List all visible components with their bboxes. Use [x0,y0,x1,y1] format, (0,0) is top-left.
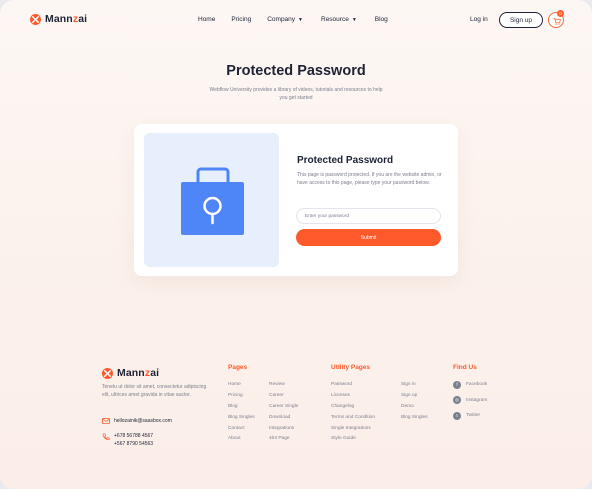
signup-button[interactable]: Sign up [499,12,543,28]
footer-link[interactable]: Password [331,380,375,391]
footer-phones: +678 56788 4567 +567 8790 54563 [102,433,153,447]
page-frame: Mannzai Home Pricing Company ▼ Resource … [0,0,592,489]
nav-pricing[interactable]: Pricing [231,16,251,23]
lock-illustration [144,133,279,267]
password-card: Protected Password This page is password… [134,124,458,276]
login-link[interactable]: Log in [470,16,488,23]
password-input[interactable]: Enter your password [296,208,441,224]
footer-link[interactable]: Career [269,391,298,402]
page-title: Protected Password [226,63,366,79]
nav-blog-label: Blog [374,16,388,23]
nav-home[interactable]: Home [198,16,215,23]
footer-link[interactable]: Demo [401,402,428,413]
footer-description: Tenetu ut dolor sit amet, consectetur ad… [102,384,207,398]
form-title: Protected Password [297,155,394,166]
nav-home-label: Home [198,16,216,23]
footer-social-list: f Facebook ◎ Instagram t Twitter [453,377,487,424]
social-twitter[interactable]: t Twitter [453,408,487,424]
twitter-icon: t [453,411,461,420]
facebook-icon: f [453,380,461,389]
footer-link[interactable]: Pricing [228,391,255,402]
phone-icon [102,433,110,441]
lock-icon [181,167,244,235]
social-facebook[interactable]: f Facebook [453,377,487,393]
footer-link[interactable]: Blog Singles [228,413,255,424]
form-description: This page is password protected. If you … [297,172,442,186]
social-label: Instagram [466,397,488,403]
footer-link[interactable]: Career Single [269,402,298,413]
footer-link[interactable]: Blog [228,402,255,413]
footer-link[interactable]: Single Integrations [331,424,375,435]
mail-icon [102,418,110,424]
footer-pages-col-2: Review Career Career Single Download Int… [269,380,298,445]
footer-link[interactable]: Contact [228,424,255,435]
instagram-icon: ◎ [453,396,461,405]
nav-resource-label: Resource [321,16,349,23]
footer-phone-1[interactable]: +678 56788 4567 [114,433,153,439]
top-nav: Mannzai Home Pricing Company ▼ Resource … [0,0,592,40]
footer-link[interactable]: Changelog [331,402,375,413]
footer-link[interactable]: 404 Page [269,434,298,445]
footer-brand-logo[interactable]: Mannzai [102,367,159,379]
cart-count-badge: 0 [557,10,564,17]
footer-findus-heading: Find Us [453,364,477,371]
footer-pages-heading: Pages [228,364,248,371]
nav-pricing-label: Pricing [231,16,252,23]
footer-link[interactable]: About [228,434,255,445]
footer-utility-col-1: Password Licenses Changelog Terms and Co… [331,380,375,445]
footer-link[interactable]: Review [269,380,298,391]
footer-email[interactable]: hellozainik@saasbox.com [102,418,172,424]
logo-mark-icon [30,13,41,25]
footer-link[interactable]: Sign in [401,380,428,391]
brand-name: Mannzai [45,13,88,25]
nav-blog[interactable]: Blog [375,16,388,23]
main-menu: Home Pricing Company ▼ Resource ▼ Blog [198,16,388,23]
chevron-down-icon: ▼ [298,16,303,23]
submit-button[interactable]: Submit [296,229,441,246]
social-instagram[interactable]: ◎ Instagram [453,393,487,409]
footer-utility-col-2: Sign in Sign up Demo Blog Singles [401,380,428,424]
social-label: Twitter [466,413,481,419]
footer-link[interactable]: Integrations [269,424,298,435]
footer-email-text: hellozainik@saasbox.com [114,418,172,424]
footer-brand-name: Mannzai [117,367,160,379]
social-label: Facebook [466,382,488,388]
logo-mark-icon [102,367,113,379]
nav-company-label: Company [267,16,296,23]
footer-utility-heading: Utility Pages [331,364,371,371]
footer-link[interactable]: Terms and Condition [331,413,375,424]
nav-resource[interactable]: Resource ▼ [321,16,357,23]
footer-link[interactable]: Blog Singles [401,413,428,424]
footer-pages-col-1: Home Pricing Blog Blog Singles Contact A… [228,380,255,445]
footer-link[interactable]: Download [269,413,298,424]
footer-link[interactable]: Style Guide [331,434,375,445]
footer-link[interactable]: Home [228,380,255,391]
nav-company[interactable]: Company ▼ [267,16,303,23]
chevron-down-icon: ▼ [351,16,357,23]
brand-logo[interactable]: Mannzai [30,13,87,25]
footer-link[interactable]: Sign up [401,391,428,402]
footer-phone-2[interactable]: +567 8790 54563 [114,441,153,447]
page-subtitle: Webflow University provides a library of… [209,87,383,101]
footer-link[interactable]: Licenses [331,391,375,402]
